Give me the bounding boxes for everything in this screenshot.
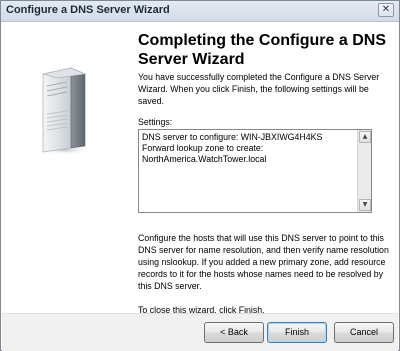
chevron-down-icon: ▼ — [362, 201, 368, 208]
server-tower-icon — [39, 67, 91, 155]
scroll-up-button[interactable]: ▲ — [359, 131, 371, 143]
settings-textbox[interactable]: DNS server to configure: WIN-JBXIWG4H4KS… — [138, 129, 372, 213]
window-title: Configure a DNS Server Wizard — [6, 4, 170, 16]
settings-scrollbar[interactable]: ▲ ▼ — [357, 130, 371, 212]
chevron-up-icon: ▲ — [362, 133, 368, 140]
close-button[interactable]: ✕ — [378, 3, 394, 17]
back-button[interactable]: < Back — [204, 322, 264, 343]
close-icon: ✕ — [381, 4, 391, 15]
wizard-side-panel — [2, 22, 132, 313]
settings-summary: DNS server to configure: WIN-JBXIWG4H4KS… — [142, 132, 323, 164]
instructions-text: Configure the hosts that will use this D… — [138, 233, 389, 291]
title-bar: Configure a DNS Server Wizard ✕ — [1, 1, 399, 22]
wizard-window: Configure a DNS Server Wizard ✕ Completi… — [0, 0, 400, 351]
cancel-button[interactable]: Cancel — [334, 322, 394, 343]
page-title: Completing the Configure a DNS Server Wi… — [138, 32, 386, 68]
finish-button[interactable]: Finish — [267, 322, 327, 343]
scroll-down-button[interactable]: ▼ — [359, 199, 371, 211]
intro-text: You have successfully completed the Conf… — [138, 72, 380, 106]
button-bar: < Back Finish Cancel — [2, 313, 398, 351]
settings-label: Settings: — [138, 117, 173, 127]
